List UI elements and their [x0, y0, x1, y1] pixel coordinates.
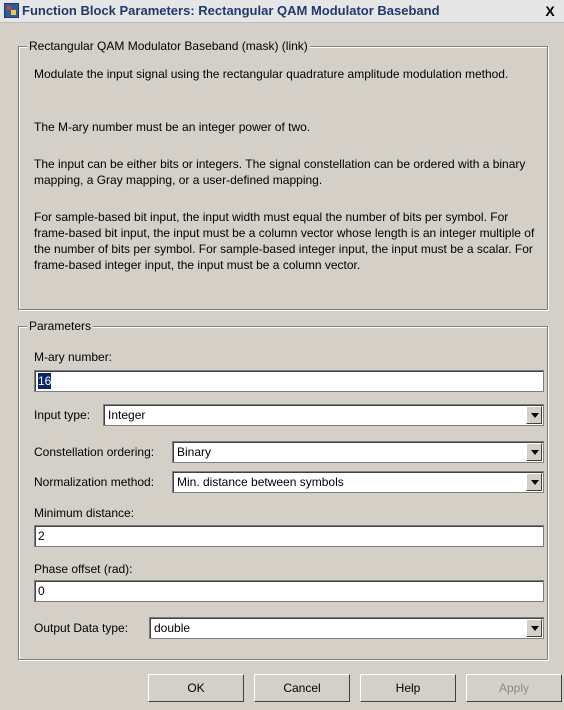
- description-paragraph: The input can be either bits or integers…: [34, 157, 526, 187]
- input-type-select[interactable]: Integer: [103, 404, 544, 426]
- chevron-down-icon[interactable]: [526, 406, 542, 424]
- description-paragraph: Modulate the input signal using the rect…: [34, 67, 509, 81]
- chevron-down-icon[interactable]: [526, 619, 542, 637]
- minimum-distance-input[interactable]: [38, 528, 538, 544]
- help-button[interactable]: Help: [360, 674, 456, 702]
- constellation-ordering-select[interactable]: Binary: [172, 441, 544, 463]
- description-paragraph: The M-ary number must be an integer powe…: [34, 120, 311, 134]
- input-type-value: Integer: [108, 408, 146, 422]
- phase-offset-label: Phase offset (rad):: [34, 562, 133, 576]
- dialog-window: Function Block Parameters: Rectangular Q…: [0, 0, 564, 710]
- chevron-down-icon[interactable]: [526, 443, 542, 461]
- normalization-method-select[interactable]: Min. distance between symbols: [172, 471, 544, 493]
- parameters-legend: Parameters: [27, 319, 94, 334]
- output-data-type-select[interactable]: double: [149, 617, 544, 639]
- phase-offset-field[interactable]: [34, 580, 544, 602]
- minimum-distance-label: Minimum distance:: [34, 506, 135, 520]
- minimum-distance-field[interactable]: [34, 525, 544, 547]
- mask-group-legend: Rectangular QAM Modulator Baseband (mask…: [27, 39, 310, 54]
- simulink-app-icon: [4, 3, 19, 18]
- normalization-method-value: Min. distance between symbols: [177, 475, 344, 489]
- phase-offset-input[interactable]: [38, 583, 538, 599]
- window-title: Function Block Parameters: Rectangular Q…: [22, 3, 440, 18]
- input-type-label: Input type:: [34, 408, 91, 422]
- output-data-type-value: double: [154, 621, 191, 635]
- chevron-down-icon[interactable]: [526, 473, 542, 491]
- close-button[interactable]: X: [541, 3, 559, 19]
- mary-number-label: M-ary number:: [34, 350, 113, 364]
- mary-number-value: 16: [38, 373, 52, 389]
- constellation-ordering-value: Binary: [177, 445, 212, 459]
- output-data-type-label: Output Data type:: [34, 621, 129, 635]
- ok-button[interactable]: OK: [148, 674, 244, 702]
- normalization-method-label: Normalization method:: [34, 475, 155, 489]
- description-paragraph: For sample-based bit input, the input wi…: [34, 210, 535, 272]
- title-bar[interactable]: Function Block Parameters: Rectangular Q…: [0, 0, 564, 23]
- apply-button[interactable]: Apply: [466, 674, 562, 702]
- constellation-ordering-label: Constellation ordering:: [34, 445, 155, 459]
- cancel-button[interactable]: Cancel: [254, 674, 350, 702]
- mary-number-field[interactable]: 16: [34, 370, 544, 392]
